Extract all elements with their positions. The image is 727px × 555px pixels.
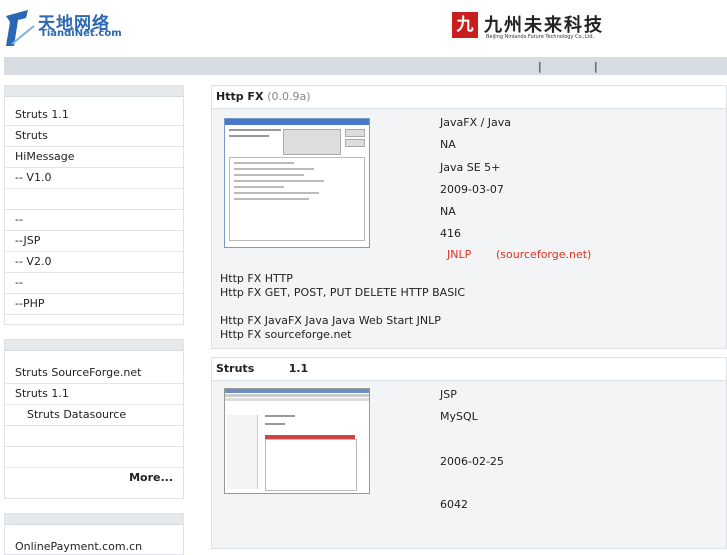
desc-line: Http FX sourceforge.net xyxy=(220,328,352,341)
sidebar-item-datasource[interactable]: Struts Datasource xyxy=(5,405,183,426)
sidebar-item-sourceforge[interactable]: Struts SourceForge.net xyxy=(5,363,183,384)
desc-line: Http FX GET, POST, PUT DELETE HTTP BASIC xyxy=(220,286,466,299)
logo-left-en: TiandiNet.com xyxy=(40,28,122,39)
sidebar-item-blank[interactable] xyxy=(5,447,183,468)
project-panel-struts: Struts 1.1 JSP MySQL 2006-02-25 6042 xyxy=(211,357,727,549)
info-license: NA xyxy=(440,138,456,151)
panel-title[interactable]: Http FX (0.0.9a) xyxy=(212,86,726,109)
info-db: MySQL xyxy=(440,410,478,423)
sidebox-header xyxy=(5,86,183,97)
info-views: 416 xyxy=(440,227,461,240)
project-panel-httpfx: Http FX (0.0.9a) JavaFX / Java NA Java S… xyxy=(211,85,727,349)
sidebar-item-blank[interactable] xyxy=(5,426,183,447)
sidebar-item-php[interactable]: --PHP xyxy=(5,294,183,315)
thumb-label xyxy=(229,405,251,411)
sidebar-item-v2[interactable]: -- V2.0 xyxy=(5,252,183,273)
info-platform: Java SE 5+ xyxy=(440,161,501,174)
sidebar-item-struts-1-1[interactable]: Struts 1.1 xyxy=(5,105,183,126)
nav-separator: | xyxy=(594,60,598,73)
info-tech: JSP xyxy=(440,388,457,401)
desc-line: Http FX HTTP xyxy=(220,272,293,285)
sidebar-box-links: OnlinePayment.com.cn xyxy=(4,513,184,555)
panel-title[interactable]: Struts 1.1 xyxy=(212,358,726,381)
sidebar-item-himessage[interactable]: HiMessage xyxy=(5,147,183,168)
info-field: NA xyxy=(440,205,456,218)
more-link[interactable]: More... xyxy=(5,468,183,488)
sidebar-item-struts-1-1b[interactable]: Struts 1.1 xyxy=(5,384,183,405)
info-views: 6042 xyxy=(440,498,468,511)
desc-line: Http FX JavaFX Java Java Web Start JNLP xyxy=(220,314,441,327)
sidebox-header xyxy=(5,514,183,525)
top-nav-bar: | | xyxy=(4,57,727,75)
tiandinet-logo[interactable]: 天地网络 TiandiNet.com xyxy=(4,6,144,52)
sourceforge-link[interactable]: (sourceforge.net) xyxy=(496,248,591,261)
jiuzhou-logo[interactable]: 九 九州未来科技 Beijing Ninlands Future Technol… xyxy=(452,12,622,42)
sidebar-item-onlinepayment[interactable]: OnlinePayment.com.cn xyxy=(5,537,183,554)
sidebar-box-categories: Struts 1.1 Struts HiMessage -- V1.0 -- -… xyxy=(4,85,184,325)
project-screenshot[interactable] xyxy=(224,118,370,248)
nav-separator: | xyxy=(538,60,542,73)
thumb-titlebar xyxy=(225,119,369,125)
sidebar-item-dash-2[interactable]: -- xyxy=(5,273,183,294)
project-name[interactable]: Struts 1.1 xyxy=(216,362,308,375)
info-date: 2009-03-07 xyxy=(440,183,504,196)
jnlp-link[interactable]: JNLP xyxy=(447,248,471,261)
info-language: JavaFX / Java xyxy=(440,116,512,129)
logo-badge-icon: 九 xyxy=(452,12,478,38)
sidebar-item-blank[interactable] xyxy=(5,189,183,210)
sidebar-item-v1[interactable]: -- V1.0 xyxy=(5,168,183,189)
project-name[interactable]: Http FX xyxy=(216,90,263,103)
logo-right-en: Beijing Ninlands Future Technology Co.,L… xyxy=(486,34,595,40)
sidebar-box-resources: Struts SourceForge.net Struts 1.1 Struts… xyxy=(4,339,184,499)
sidebar-item-dash[interactable]: -- xyxy=(5,210,183,231)
sidebar-item-jsp[interactable]: --JSP xyxy=(5,231,183,252)
project-screenshot[interactable] xyxy=(224,388,370,494)
sidebox-header xyxy=(5,340,183,351)
sidebar-item-struts[interactable]: Struts xyxy=(5,126,183,147)
project-version: (0.0.9a) xyxy=(267,90,311,103)
info-date: 2006-02-25 xyxy=(440,455,504,468)
